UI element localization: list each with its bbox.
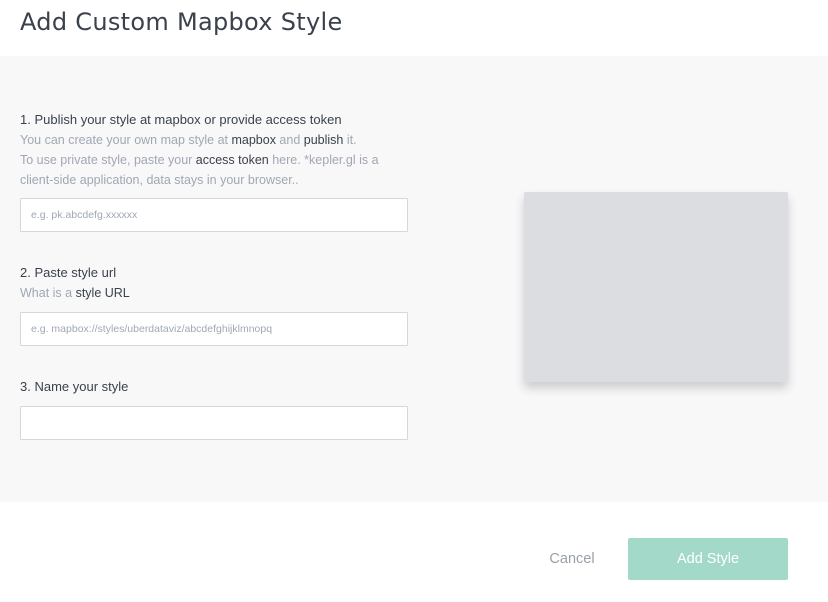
step-publish-title: 1. Publish your style at mapbox or provi… [20,112,342,127]
add-style-button[interactable]: Add Style [628,538,788,580]
style-url-link[interactable]: style URL [76,286,130,300]
step-name: 3. Name your style [20,377,408,397]
desc-text: To use private style, paste your [20,153,196,167]
step-publish-desc: You can create your own map style at map… [20,130,408,190]
style-name-input[interactable] [20,406,408,440]
access-token-input[interactable] [20,198,408,232]
step-publish-desc-line3: client-side application, data stays in y… [20,173,299,187]
modal-title: Add Custom Mapbox Style [20,8,343,36]
desc-text: it. [343,133,357,147]
step-publish-desc-line2: To use private style, paste your access … [20,150,408,170]
access-token-link[interactable]: access token [196,153,269,167]
style-preview-image [524,192,788,382]
desc-text: You can create your own map style at [20,133,232,147]
step-style-url-title: 2. Paste style url [20,265,117,280]
desc-text: here. *kepler.gl is a [268,153,379,167]
cancel-button[interactable]: Cancel [540,538,604,580]
step-publish: 1. Publish your style at mapbox or provi… [20,110,408,190]
step-style-url: 2. Paste style url What is a style URL [20,263,408,303]
modal-body: 1. Publish your style at mapbox or provi… [0,56,828,502]
desc-text: What is a [20,286,76,300]
modal-footer: Cancel Add Style [0,502,828,602]
step-name-title: 3. Name your style [20,379,129,394]
step-publish-desc-line1: You can create your own map style at map… [20,130,408,150]
publish-link[interactable]: publish [304,133,344,147]
desc-text: and [275,133,304,147]
step-style-url-desc: What is a style URL [20,283,408,303]
mapbox-link[interactable]: mapbox [231,133,275,147]
style-url-input[interactable] [20,312,408,346]
